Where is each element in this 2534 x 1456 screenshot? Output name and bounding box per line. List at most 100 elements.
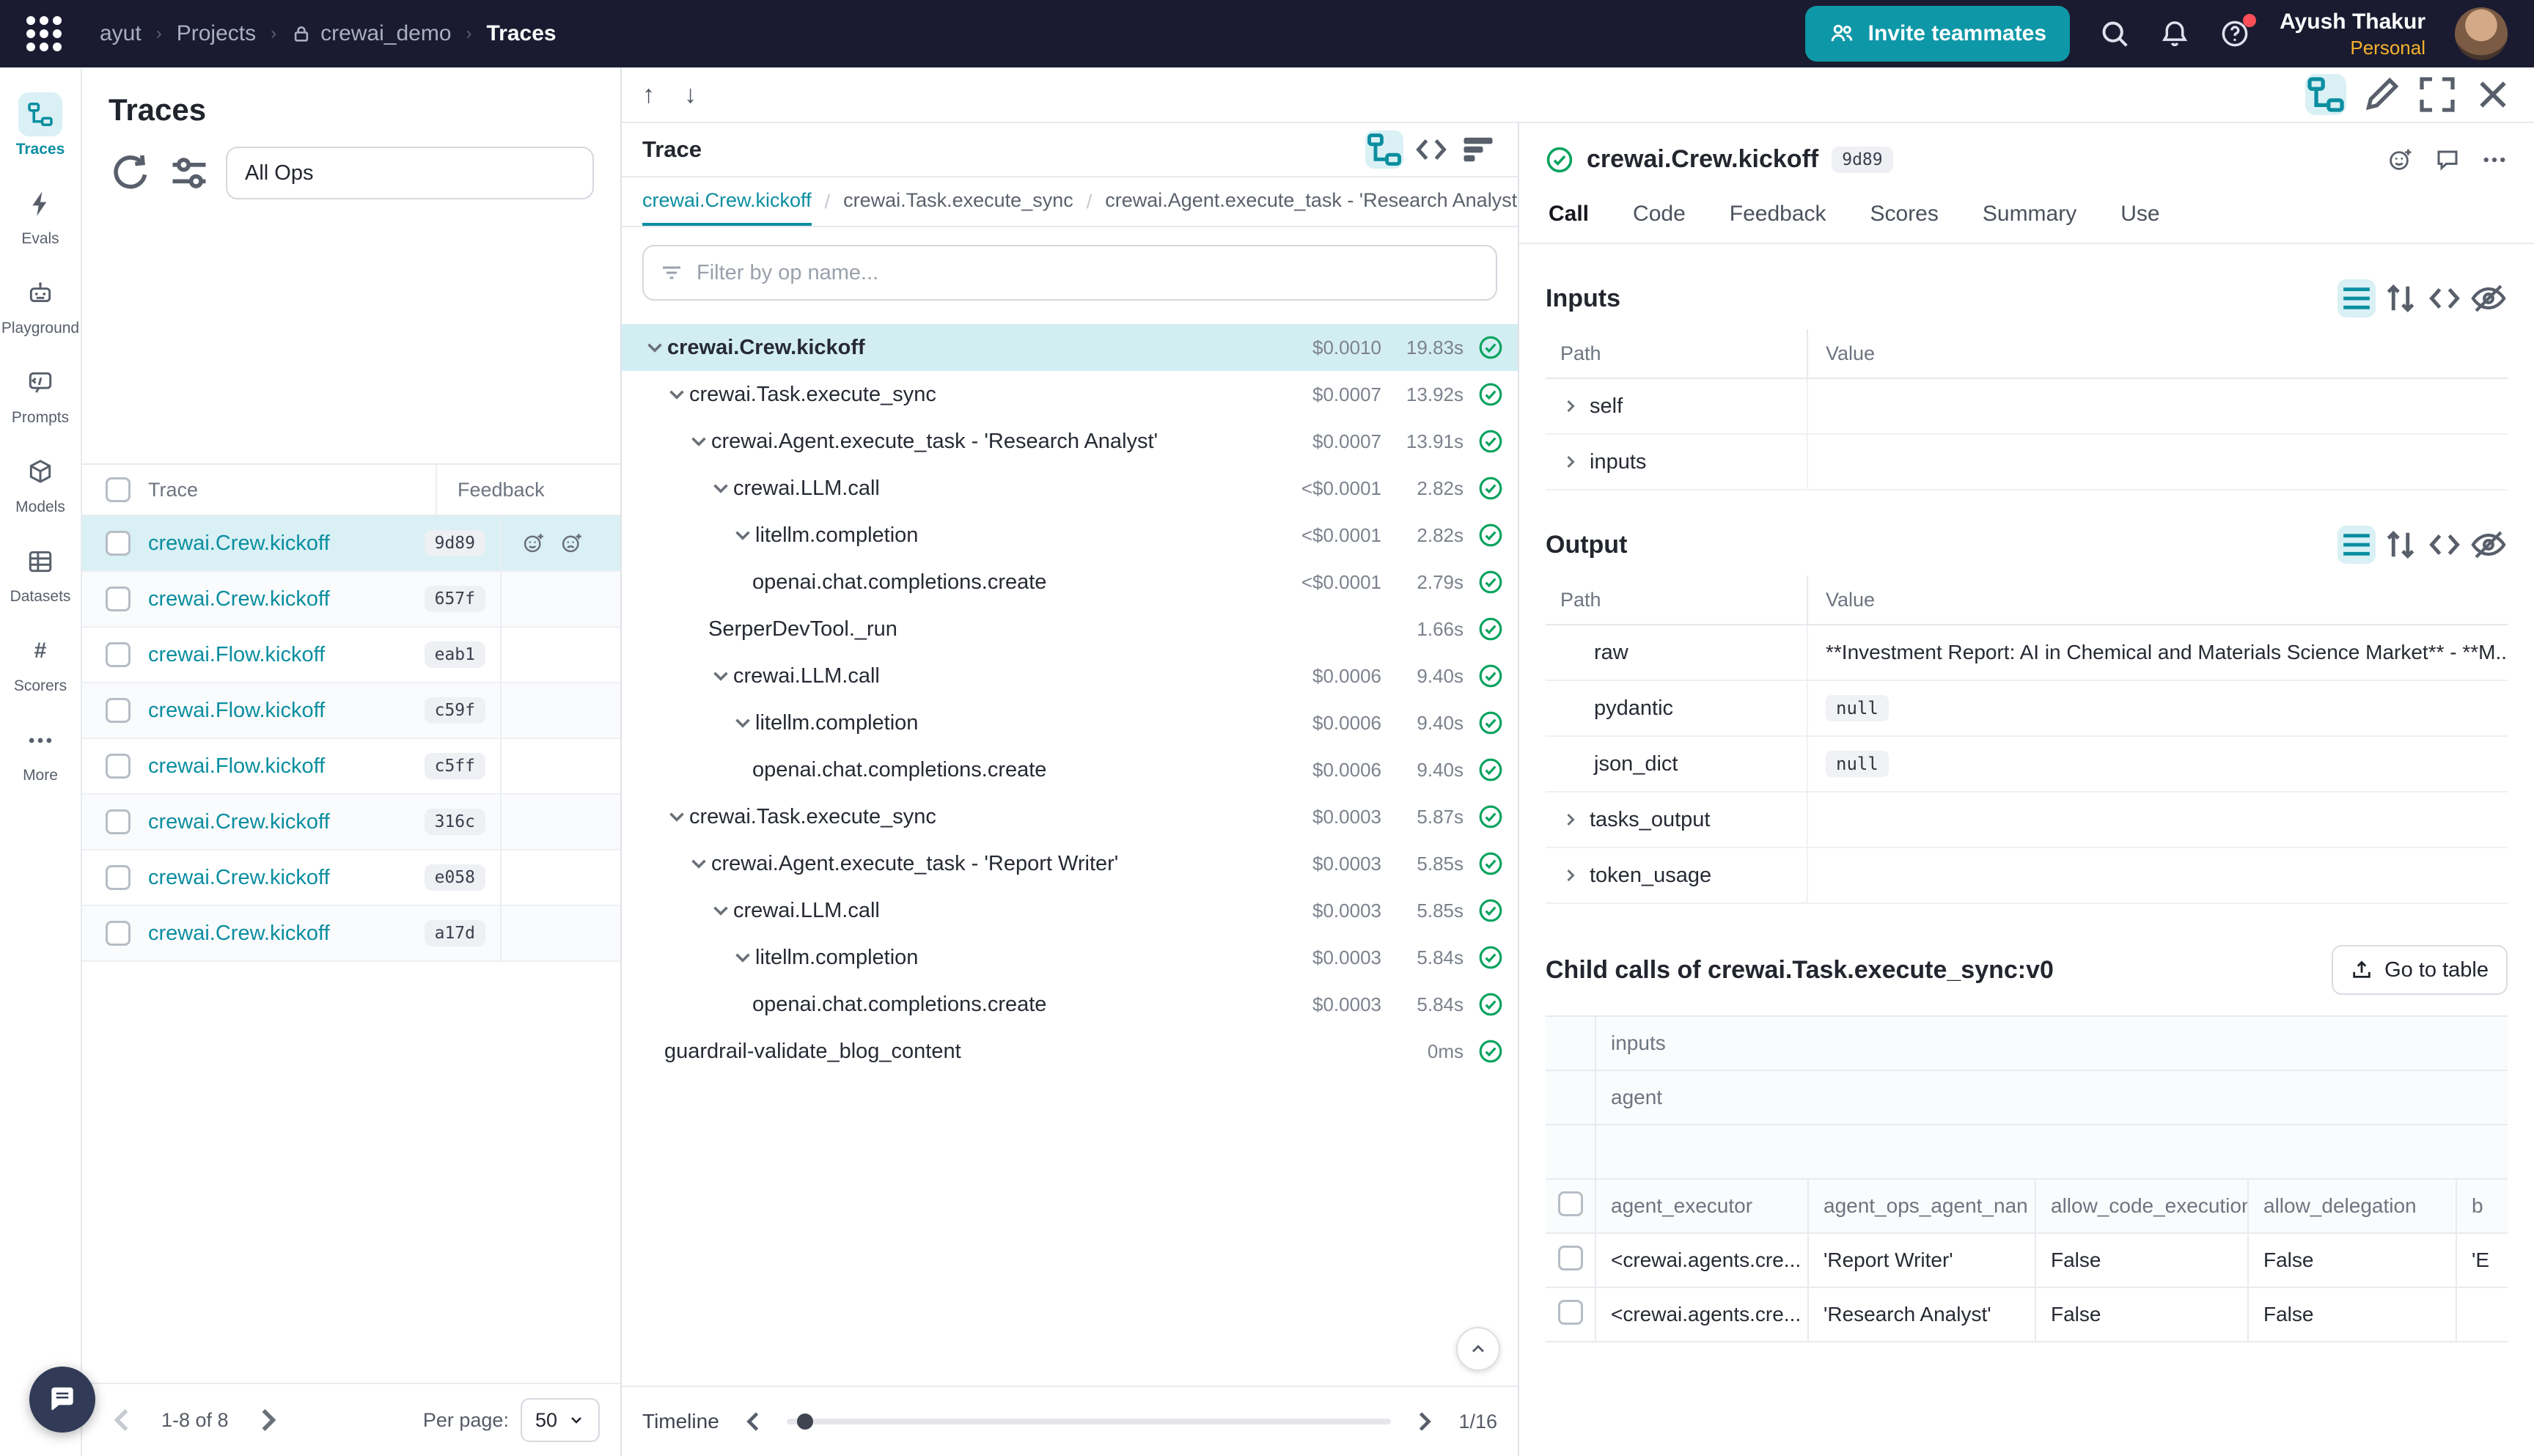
table-row[interactable]: <crewai.agents.cre...'Report Writer'Fals…: [1546, 1233, 2508, 1287]
row-checkbox[interactable]: [106, 642, 131, 667]
refresh-button[interactable]: [109, 151, 153, 195]
code-view-icon[interactable]: [2425, 526, 2464, 564]
breadcrumb-project[interactable]: crewai_demo: [291, 21, 451, 46]
expand-collapse-icon[interactable]: [2381, 526, 2420, 564]
add-reaction-icon[interactable]: [2387, 147, 2414, 173]
tab-call[interactable]: Call: [1546, 188, 1592, 243]
trace-tree-node[interactable]: litellm.completion$0.00069.40s: [622, 699, 1518, 746]
go-to-table-button[interactable]: Go to table: [2332, 945, 2508, 995]
trace-tree-node[interactable]: guardrail-validate_blog_content0ms: [622, 1028, 1518, 1075]
chevron-down-icon[interactable]: [730, 945, 755, 970]
trace-tree-node[interactable]: SerperDevTool._run1.66s: [622, 606, 1518, 652]
timeline-slider[interactable]: [787, 1419, 1392, 1424]
sidebar-item-evals[interactable]: Evals: [0, 174, 81, 255]
trace-tree-node[interactable]: crewai.LLM.call<$0.00012.82s: [622, 465, 1518, 512]
invite-teammates-button[interactable]: Invite teammates: [1805, 6, 2070, 62]
row-checkbox[interactable]: [106, 698, 131, 723]
object-row[interactable]: json_dictnull: [1546, 737, 2508, 793]
breadcrumb-team[interactable]: ayut: [100, 21, 142, 46]
chevron-down-icon[interactable]: [686, 429, 711, 454]
flamegraph-view-icon[interactable]: [1459, 130, 1497, 169]
row-checkbox[interactable]: [106, 865, 131, 890]
help-menu[interactable]: [2219, 18, 2250, 49]
trace-tree-node[interactable]: openai.chat.completions.create<$0.00012.…: [622, 559, 1518, 606]
chevron-right-icon[interactable]: [1560, 452, 1581, 472]
per-page-select[interactable]: 50: [521, 1398, 600, 1442]
table-row[interactable]: crewai.Crew.kickoff657f: [82, 572, 620, 628]
edit-icon[interactable]: [2361, 74, 2402, 115]
tree-view-toggle-icon[interactable]: [2305, 74, 2346, 115]
sidebar-item-scorers[interactable]: #Scorers: [0, 622, 81, 702]
table-row[interactable]: crewai.Crew.kickoffe058: [82, 850, 620, 906]
breadcrumb-projects[interactable]: Projects: [177, 21, 256, 46]
sidebar-item-more[interactable]: More: [0, 711, 81, 792]
chevron-down-icon[interactable]: [686, 851, 711, 876]
table-row[interactable]: <crewai.agents.cre...'Research Analyst'F…: [1546, 1287, 2508, 1342]
trace-tree-node[interactable]: crewai.Agent.execute_task - 'Report Writ…: [622, 840, 1518, 887]
trace-tree-node[interactable]: crewai.LLM.call$0.00035.85s: [622, 887, 1518, 934]
wandb-logo-icon[interactable]: [26, 16, 62, 51]
chevron-down-icon[interactable]: [708, 663, 733, 688]
timeline-slider-handle[interactable]: [797, 1413, 813, 1430]
chevron-down-icon[interactable]: [664, 804, 689, 829]
chevron-right-icon[interactable]: [1560, 809, 1581, 830]
row-checkbox[interactable]: [1558, 1246, 1583, 1271]
next-call-arrow-icon[interactable]: ↓: [684, 82, 697, 107]
tab-summary[interactable]: Summary: [1980, 188, 2079, 243]
sidebar-item-prompts[interactable]: Prompts: [0, 353, 81, 434]
trace-name-link[interactable]: crewai.Crew.kickoff: [148, 810, 413, 834]
object-row[interactable]: inputs: [1546, 435, 2508, 490]
sidebar-item-playground[interactable]: Playground: [0, 264, 81, 345]
table-row[interactable]: crewai.Flow.kickoffc5ff: [82, 739, 620, 795]
trace-name-link[interactable]: crewai.Flow.kickoff: [148, 754, 413, 779]
trace-name-link[interactable]: crewai.Crew.kickoff: [148, 587, 413, 611]
scroll-to-top-button[interactable]: [1456, 1327, 1500, 1371]
comment-icon[interactable]: [2434, 147, 2461, 173]
timeline-prev-icon[interactable]: [737, 1405, 769, 1438]
fullscreen-icon[interactable]: [2417, 74, 2458, 115]
list-view-icon[interactable]: [2337, 279, 2376, 317]
chevron-right-icon[interactable]: [1560, 865, 1581, 886]
sidebar-item-traces[interactable]: Traces: [0, 85, 81, 166]
chevron-down-icon[interactable]: [730, 710, 755, 735]
trace-name-link[interactable]: crewai.Crew.kickoff: [148, 922, 413, 946]
row-checkbox[interactable]: [1558, 1300, 1583, 1325]
row-checkbox[interactable]: [106, 531, 131, 556]
filter-settings-button[interactable]: [167, 151, 211, 195]
hide-values-icon[interactable]: [2469, 526, 2508, 564]
trace-tree-node[interactable]: litellm.completion$0.00035.84s: [622, 934, 1518, 981]
sidebar-item-datasets[interactable]: Datasets: [0, 532, 81, 613]
notifications-bell-icon[interactable]: [2159, 18, 2190, 49]
trace-tree-node[interactable]: crewai.Agent.execute_task - 'Research An…: [622, 418, 1518, 465]
trace-name-link[interactable]: crewai.Flow.kickoff: [148, 699, 413, 723]
ops-filter-dropdown[interactable]: All Ops: [226, 147, 594, 199]
object-row[interactable]: token_usage: [1546, 848, 2508, 904]
table-row[interactable]: crewai.Flow.kickoffc59f: [82, 683, 620, 739]
row-checkbox[interactable]: [106, 809, 131, 834]
table-row[interactable]: crewai.Crew.kickoffa17d: [82, 906, 620, 962]
tree-view-icon[interactable]: [1365, 130, 1403, 169]
object-row[interactable]: raw**Investment Report: AI in Chemical a…: [1546, 625, 2508, 681]
more-options-icon[interactable]: [2481, 147, 2508, 173]
list-view-icon[interactable]: [2337, 526, 2376, 564]
select-all-checkbox[interactable]: [106, 477, 131, 502]
chevron-down-icon[interactable]: [730, 523, 755, 548]
call-path-tab[interactable]: crewai.Crew.kickoff: [642, 177, 812, 226]
trace-tree-node[interactable]: crewai.LLM.call$0.00069.40s: [622, 652, 1518, 699]
chevron-down-icon[interactable]: [708, 476, 733, 501]
tab-feedback[interactable]: Feedback: [1727, 188, 1829, 243]
call-path-tab[interactable]: crewai.Agent.execute_task - 'Research An…: [1105, 177, 1518, 226]
object-row[interactable]: tasks_output: [1546, 793, 2508, 848]
trace-tree-node[interactable]: crewai.Crew.kickoff$0.001019.83s: [622, 324, 1518, 371]
op-name-filter-input[interactable]: [697, 261, 1480, 285]
code-view-icon[interactable]: [2425, 279, 2464, 317]
row-checkbox[interactable]: [106, 587, 131, 611]
chevron-down-icon[interactable]: [708, 898, 733, 923]
sidebar-item-models[interactable]: Models: [0, 443, 81, 523]
previous-call-arrow-icon[interactable]: ↑: [642, 82, 655, 107]
row-checkbox[interactable]: [106, 921, 131, 946]
tab-code[interactable]: Code: [1630, 188, 1689, 243]
object-row[interactable]: pydanticnull: [1546, 681, 2508, 737]
chat-widget-button[interactable]: [29, 1367, 95, 1433]
trace-name-link[interactable]: crewai.Crew.kickoff: [148, 866, 413, 890]
